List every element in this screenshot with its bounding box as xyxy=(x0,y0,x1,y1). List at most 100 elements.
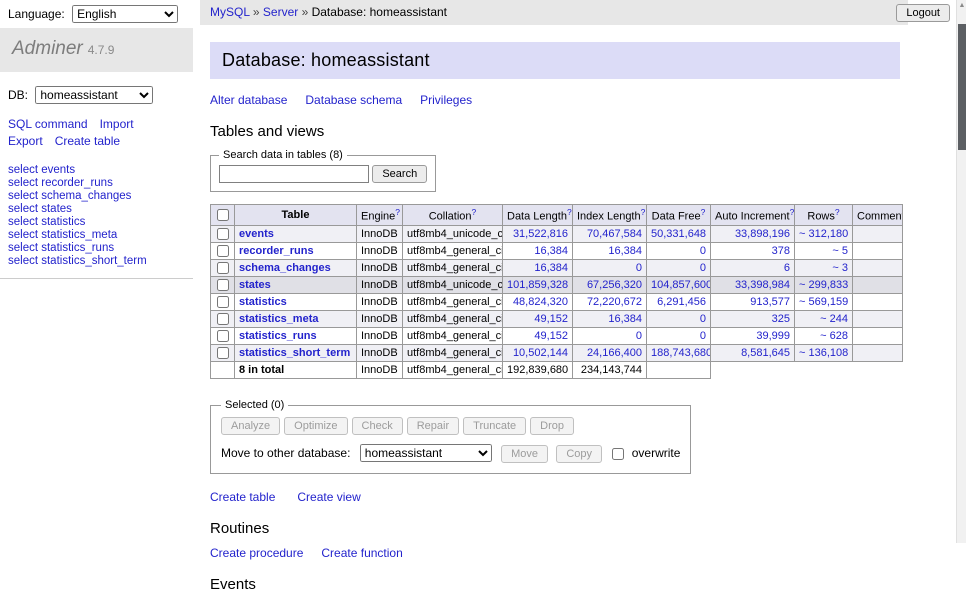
rows-cell-link[interactable]: ~ 5 xyxy=(832,245,848,257)
sidebar-link-sql-command[interactable]: SQL command xyxy=(8,117,88,131)
sidebar-item-select-schema-changes[interactable]: select schema_changes xyxy=(8,190,185,203)
row-checkbox[interactable] xyxy=(217,228,229,240)
rows-cell-link[interactable]: ~ 3 xyxy=(832,262,848,274)
sidebar-link-export[interactable]: Export xyxy=(8,134,43,148)
move-database-select[interactable]: homeassistant xyxy=(360,444,492,462)
sidebar-link-import[interactable]: Import xyxy=(100,117,134,131)
sidebar-item-select-statistics[interactable]: select statistics xyxy=(8,216,185,229)
data-length-cell-link[interactable]: 31,522,816 xyxy=(513,228,568,240)
move-button[interactable]: Move xyxy=(501,445,548,463)
create-view-link[interactable]: Create view xyxy=(297,490,360,504)
data-free-cell-link[interactable]: 50,331,648 xyxy=(651,228,706,240)
auto-increment-cell-link[interactable]: 33,898,196 xyxy=(735,228,790,240)
rows-cell-link[interactable]: ~ 628 xyxy=(820,330,848,342)
breadcrumb-item-server[interactable]: Server xyxy=(263,5,298,19)
data-length-cell-link[interactable]: 16,384 xyxy=(534,245,568,257)
search-button[interactable]: Search xyxy=(372,165,427,183)
scrollbar[interactable]: ▲ xyxy=(956,0,966,543)
table-link-recorder-runs[interactable]: recorder_runs xyxy=(239,245,314,257)
row-checkbox[interactable] xyxy=(217,245,229,257)
action-database-schema[interactable]: Database schema xyxy=(305,93,402,107)
sidebar-item-select-statistics-meta[interactable]: select statistics_meta xyxy=(8,229,185,242)
data-length-cell-link[interactable]: 10,502,144 xyxy=(513,347,568,359)
help-link[interactable]: ? xyxy=(641,207,646,217)
sidebar-item-select-events[interactable]: select events xyxy=(8,164,185,177)
optimize-button[interactable]: Optimize xyxy=(284,417,347,435)
create-procedure-link[interactable]: Create procedure xyxy=(210,546,303,560)
adminer-title-link[interactable]: Adminer xyxy=(12,38,83,59)
truncate-button[interactable]: Truncate xyxy=(463,417,526,435)
index-length-cell-link[interactable]: 0 xyxy=(636,262,642,274)
auto-increment-cell-link[interactable]: 325 xyxy=(772,313,790,325)
sidebar-link-create-table[interactable]: Create table xyxy=(55,134,120,148)
auto-increment-cell-link[interactable]: 39,999 xyxy=(756,330,790,342)
index-length-cell-link[interactable]: 16,384 xyxy=(608,313,642,325)
select-all-checkbox[interactable] xyxy=(217,209,229,221)
logout-button[interactable]: Logout xyxy=(896,4,950,22)
auto-increment-cell-link[interactable]: 913,577 xyxy=(750,296,790,308)
scrollbar-up-icon[interactable]: ▲ xyxy=(957,2,966,9)
row-checkbox[interactable] xyxy=(217,330,229,342)
help-link[interactable]: ? xyxy=(395,207,400,217)
row-checkbox[interactable] xyxy=(217,296,229,308)
auto-increment-cell-link[interactable]: 6 xyxy=(784,262,790,274)
index-length-cell-link[interactable]: 70,467,584 xyxy=(587,228,642,240)
rows-cell-link[interactable]: ~ 569,159 xyxy=(799,296,848,308)
index-length-cell-link[interactable]: 72,220,672 xyxy=(587,296,642,308)
index-length-cell-link[interactable]: 24,166,400 xyxy=(587,347,642,359)
overwrite-checkbox[interactable] xyxy=(612,448,624,460)
copy-button[interactable]: Copy xyxy=(556,445,602,463)
sidebar-item-select-statistics-runs[interactable]: select statistics_runs xyxy=(8,242,185,255)
index-length-cell-link[interactable]: 67,256,320 xyxy=(587,279,642,291)
index-length-cell-link[interactable]: 0 xyxy=(636,330,642,342)
table-link-statistics[interactable]: statistics xyxy=(239,296,287,308)
drop-button[interactable]: Drop xyxy=(530,417,574,435)
rows-cell-link[interactable]: ~ 244 xyxy=(820,313,848,325)
rows-cell-link[interactable]: ~ 312,180 xyxy=(799,228,848,240)
auto-increment-cell-link[interactable]: 8,581,645 xyxy=(741,347,790,359)
action-privileges[interactable]: Privileges xyxy=(420,93,472,107)
data-length-cell-link[interactable]: 48,824,320 xyxy=(513,296,568,308)
search-input[interactable] xyxy=(219,165,369,183)
table-link-statistics-meta[interactable]: statistics_meta xyxy=(239,313,319,325)
rows-cell-link[interactable]: ~ 299,833 xyxy=(799,279,848,291)
data-free-cell-link[interactable]: 0 xyxy=(700,313,706,325)
create-table-link[interactable]: Create table xyxy=(210,490,275,504)
repair-button[interactable]: Repair xyxy=(407,417,459,435)
row-checkbox[interactable] xyxy=(217,347,229,359)
data-free-cell-link[interactable]: 0 xyxy=(700,330,706,342)
action-alter-database[interactable]: Alter database xyxy=(210,93,287,107)
rows-cell-link[interactable]: ~ 136,108 xyxy=(799,347,848,359)
help-link[interactable]: ? xyxy=(701,207,706,217)
help-link[interactable]: ? xyxy=(835,207,840,217)
db-select[interactable]: homeassistant xyxy=(35,86,153,104)
data-free-cell-link[interactable]: 6,291,456 xyxy=(657,296,706,308)
table-link-events[interactable]: events xyxy=(239,228,274,240)
table-link-states[interactable]: states xyxy=(239,279,271,291)
help-link[interactable]: ? xyxy=(567,207,572,217)
table-link-statistics-short-term[interactable]: statistics_short_term xyxy=(239,347,350,359)
scrollbar-thumb[interactable] xyxy=(958,24,966,150)
row-checkbox[interactable] xyxy=(217,279,229,291)
table-link-statistics-runs[interactable]: statistics_runs xyxy=(239,330,317,342)
data-free-cell-link[interactable]: 104,857,600 xyxy=(651,279,711,291)
data-length-cell-link[interactable]: 49,152 xyxy=(534,313,568,325)
data-length-cell-link[interactable]: 16,384 xyxy=(534,262,568,274)
check-button[interactable]: Check xyxy=(352,417,403,435)
index-length-cell-link[interactable]: 16,384 xyxy=(608,245,642,257)
data-free-cell-link[interactable]: 0 xyxy=(700,245,706,257)
table-link-schema-changes[interactable]: schema_changes xyxy=(239,262,331,274)
sidebar-item-select-statistics-short-term[interactable]: select statistics_short_term xyxy=(8,255,185,268)
help-link[interactable]: ? xyxy=(790,207,795,217)
auto-increment-cell-link[interactable]: 33,398,984 xyxy=(735,279,790,291)
sidebar-item-select-recorder-runs[interactable]: select recorder_runs xyxy=(8,177,185,190)
auto-increment-cell-link[interactable]: 378 xyxy=(772,245,790,257)
language-select[interactable]: English xyxy=(72,5,178,23)
help-link[interactable]: ? xyxy=(472,207,477,217)
create-function-link[interactable]: Create function xyxy=(321,546,402,560)
analyze-button[interactable]: Analyze xyxy=(221,417,280,435)
data-length-cell-link[interactable]: 49,152 xyxy=(534,330,568,342)
row-checkbox[interactable] xyxy=(217,313,229,325)
breadcrumb-item-mysql[interactable]: MySQL xyxy=(210,5,250,19)
data-free-cell-link[interactable]: 188,743,680 xyxy=(651,347,711,359)
